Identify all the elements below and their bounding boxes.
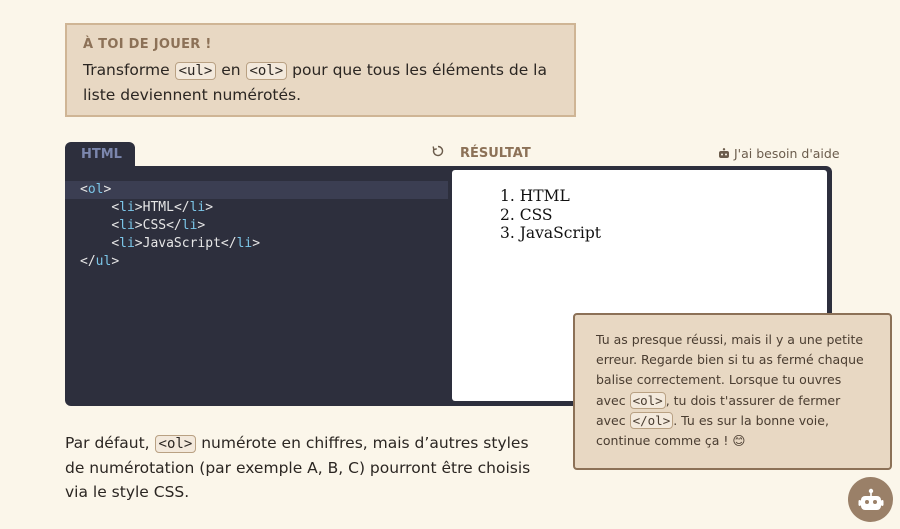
explanation-text: Par défaut, <ol> numérote en chiffres, m… xyxy=(65,434,531,501)
task-box: À TOI DE JOUER ! Transforme <ul> en <ol>… xyxy=(65,23,576,117)
robot-icon xyxy=(719,148,729,158)
task-title: À TOI DE JOUER ! xyxy=(83,37,212,52)
code-tag-ol: <ol> xyxy=(154,435,197,453)
code-tag-ol: <ol> xyxy=(245,62,288,80)
list-item: 2. CSS xyxy=(500,205,553,224)
code-tag-ol-close: </ol> xyxy=(629,411,674,429)
reset-icon[interactable] xyxy=(430,145,446,161)
help-button[interactable]: J'ai besoin d'aide xyxy=(718,146,840,161)
result-label: RÉSULTAT xyxy=(460,146,531,161)
task-text: Transforme <ul> en <ol> pour que tous le… xyxy=(83,61,547,104)
assistant-button[interactable] xyxy=(848,477,893,522)
code-line[interactable]: <li>HTML</li> xyxy=(65,199,448,217)
code-line[interactable]: <ol> xyxy=(65,181,448,199)
code-tag-ol: <ol> xyxy=(629,391,666,409)
code-line[interactable]: </ul> xyxy=(65,253,448,271)
help-label: J'ai besoin d'aide xyxy=(734,146,840,161)
code-line[interactable]: <li>JavaScript</li> xyxy=(65,235,448,253)
list-item: 3. JavaScript xyxy=(500,224,601,242)
list-item: 1. HTML xyxy=(500,187,570,205)
code-line[interactable]: <li>CSS</li> xyxy=(65,217,448,235)
robot-icon xyxy=(858,488,883,510)
result-list: 1. HTML 2. CSS 3. JavaScript xyxy=(500,187,827,243)
code-tag-ul: <ul> xyxy=(174,62,217,80)
code-area[interactable]: <ol> <li>HTML</li> <li>CSS</li> <li>Java… xyxy=(65,181,448,271)
hint-bubble: Tu as presque réussi, mais il y a une pe… xyxy=(573,313,892,470)
